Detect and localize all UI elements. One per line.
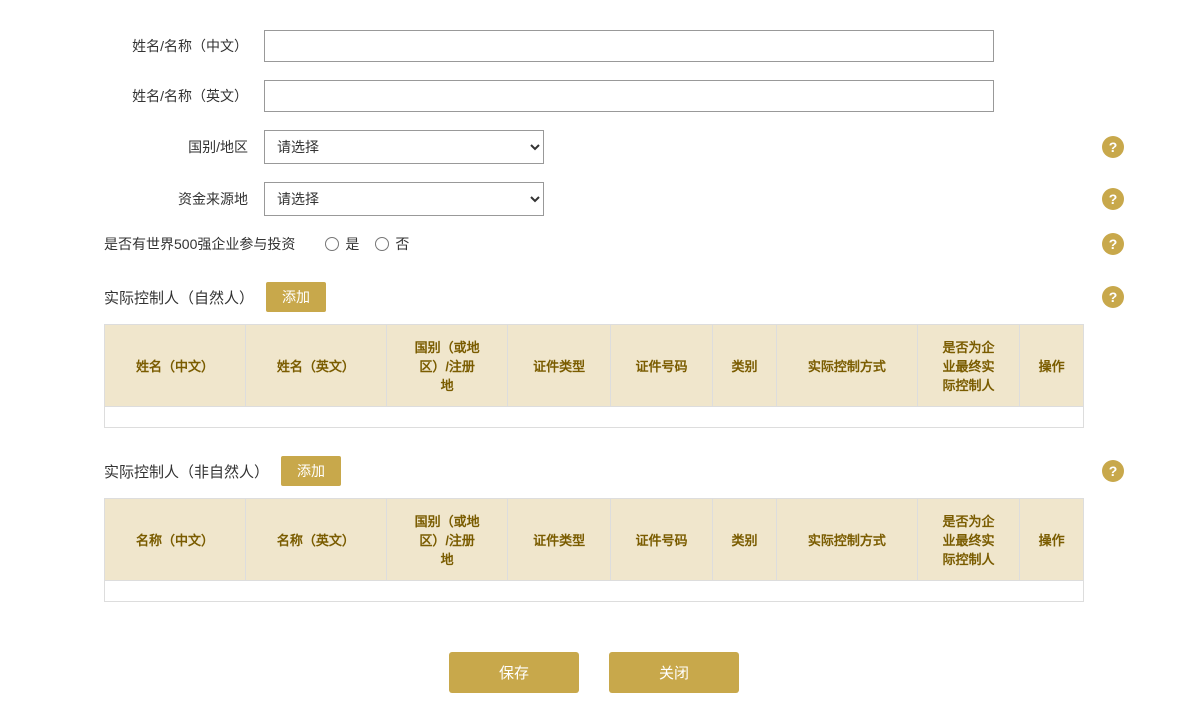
- close-button[interactable]: 关闭: [609, 652, 739, 693]
- fortune500-row: 是否有世界500强企业参与投资 是 否 ?: [104, 234, 1084, 254]
- th1-cert-type: 证件类型: [508, 325, 610, 407]
- fortune500-label: 是否有世界500强企业参与投资: [104, 234, 295, 254]
- th1-name-en: 姓名（英文）: [245, 325, 386, 407]
- radio-yes[interactable]: [325, 237, 339, 251]
- section2-add-button[interactable]: 添加: [281, 456, 341, 486]
- section1-help-icon[interactable]: ?: [1102, 286, 1124, 308]
- th2-category: 类别: [713, 499, 777, 581]
- th2-cert-type: 证件类型: [508, 499, 610, 581]
- radio-yes-item[interactable]: 是: [325, 234, 359, 254]
- fortune500-help-icon[interactable]: ?: [1102, 233, 1124, 255]
- th2-action: 操作: [1020, 499, 1084, 581]
- th1-country: 国别（或地区）/注册地: [386, 325, 508, 407]
- th2-name-cn: 名称（中文）: [105, 499, 246, 581]
- fortune500-radio-group: 是 否: [325, 234, 409, 254]
- section1-title: 实际控制人（自然人）: [104, 287, 254, 308]
- radio-no-label: 否: [395, 234, 409, 254]
- name-en-row: 姓名/名称（英文）: [104, 80, 1084, 112]
- th1-final-controller: 是否为企业最终实际控制人: [917, 325, 1019, 407]
- th1-cert-no: 证件号码: [610, 325, 712, 407]
- bottom-buttons: 保存 关闭: [104, 652, 1084, 693]
- section2-header: 实际控制人（非自然人） 添加 ?: [104, 456, 1084, 486]
- name-en-input[interactable]: [264, 80, 994, 112]
- th2-country: 国别（或地区）/注册地: [386, 499, 508, 581]
- radio-yes-label: 是: [345, 234, 359, 254]
- fund-source-label: 资金来源地: [104, 189, 264, 209]
- fund-source-help-icon[interactable]: ?: [1102, 188, 1124, 210]
- country-select[interactable]: 请选择: [264, 130, 544, 164]
- section2-help-icon[interactable]: ?: [1102, 460, 1124, 482]
- th2-cert-no: 证件号码: [610, 499, 712, 581]
- save-button[interactable]: 保存: [449, 652, 579, 693]
- section1-header: 实际控制人（自然人） 添加 ?: [104, 282, 1084, 312]
- name-cn-label: 姓名/名称（中文）: [104, 36, 264, 56]
- th2-name-en: 名称（英文）: [245, 499, 386, 581]
- non-natural-person-table: 名称（中文） 名称（英文） 国别（或地区）/注册地 证件类型 证件号码 类别 实…: [104, 498, 1084, 602]
- table2-empty-row: [105, 581, 1084, 602]
- radio-no[interactable]: [375, 237, 389, 251]
- form-section: 姓名/名称（中文） 姓名/名称（英文） 国别/地区 请选择 ? 资金来源地 请选…: [104, 30, 1084, 693]
- radio-no-item[interactable]: 否: [375, 234, 409, 254]
- table1-header-row: 姓名（中文） 姓名（英文） 国别（或地区）/注册地 证件类型 证件号码 类别 实…: [105, 325, 1084, 407]
- table2-header-row: 名称（中文） 名称（英文） 国别（或地区）/注册地 证件类型 证件号码 类别 实…: [105, 499, 1084, 581]
- country-row: 国别/地区 请选择 ?: [104, 130, 1084, 164]
- table1-empty-row: [105, 407, 1084, 428]
- th1-action: 操作: [1020, 325, 1084, 407]
- natural-person-table: 姓名（中文） 姓名（英文） 国别（或地区）/注册地 证件类型 证件号码 类别 实…: [104, 324, 1084, 428]
- section2-title: 实际控制人（非自然人）: [104, 461, 269, 482]
- country-help-icon[interactable]: ?: [1102, 136, 1124, 158]
- name-cn-input[interactable]: [264, 30, 994, 62]
- section1-add-button[interactable]: 添加: [266, 282, 326, 312]
- th2-final-controller: 是否为企业最终实际控制人: [917, 499, 1019, 581]
- th2-control-method: 实际控制方式: [776, 499, 917, 581]
- th1-name-cn: 姓名（中文）: [105, 325, 246, 407]
- th1-control-method: 实际控制方式: [776, 325, 917, 407]
- name-cn-row: 姓名/名称（中文）: [104, 30, 1084, 62]
- fund-source-row: 资金来源地 请选择 ?: [104, 182, 1084, 216]
- th1-category: 类别: [713, 325, 777, 407]
- fund-source-select[interactable]: 请选择: [264, 182, 544, 216]
- name-en-label: 姓名/名称（英文）: [104, 86, 264, 106]
- country-label: 国别/地区: [104, 137, 264, 157]
